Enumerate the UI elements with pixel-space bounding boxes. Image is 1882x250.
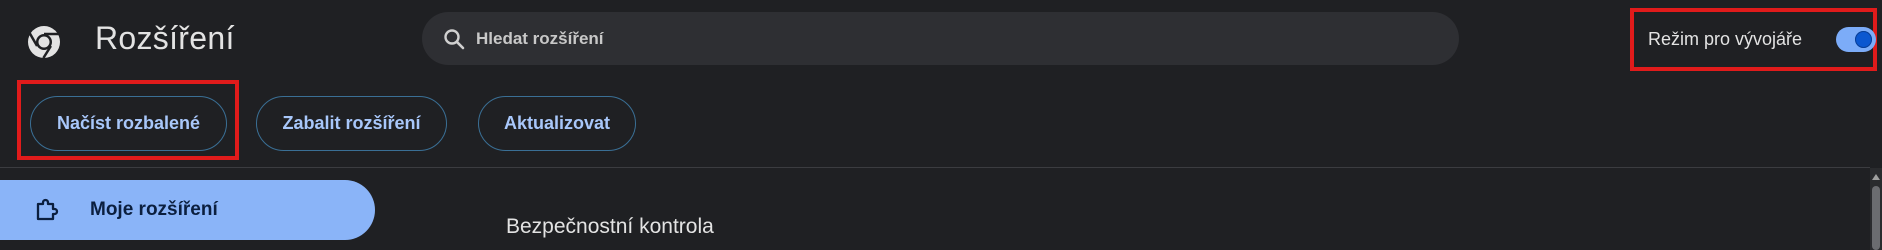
scroll-thumb[interactable] [1872,186,1880,250]
chrome-logo-icon [24,22,64,62]
page-title: Rozšíření [95,20,235,56]
extensions-page: Rozšíření Hledat rozšíření Režim pro výv… [0,0,1882,250]
search-icon [440,25,468,53]
developer-mode-label: Režim pro vývojáře [1648,29,1803,49]
header: Rozšíření Hledat rozšíření Režim pro výv… [0,0,1882,80]
scrollbar[interactable] [1870,168,1882,250]
search-bar[interactable]: Hledat rozšíření [422,12,1459,65]
scroll-up-arrow-icon[interactable] [1872,174,1880,180]
search-input[interactable]: Hledat rozšíření [476,29,604,49]
section-title-safety-check: Bezpečnostní kontrola [506,215,714,238]
pack-extension-button[interactable]: Zabalit rozšíření [256,96,447,151]
update-button[interactable]: Aktualizovat [478,96,636,151]
developer-mode-control: Režim pro vývojáře [1630,8,1877,71]
extension-puzzle-icon [32,196,60,224]
toolbar-divider [0,167,1870,168]
developer-mode-toggle[interactable] [1836,27,1876,52]
sidebar-item-my-extensions[interactable]: Moje rozšíření [0,180,375,240]
load-unpacked-button[interactable]: Načíst rozbalené [30,96,227,151]
toolbar: Načíst rozbalené Zabalit rozšíření Aktua… [0,80,1882,168]
sidebar-item-label: Moje rozšíření [90,199,218,220]
toggle-knob [1855,31,1872,48]
